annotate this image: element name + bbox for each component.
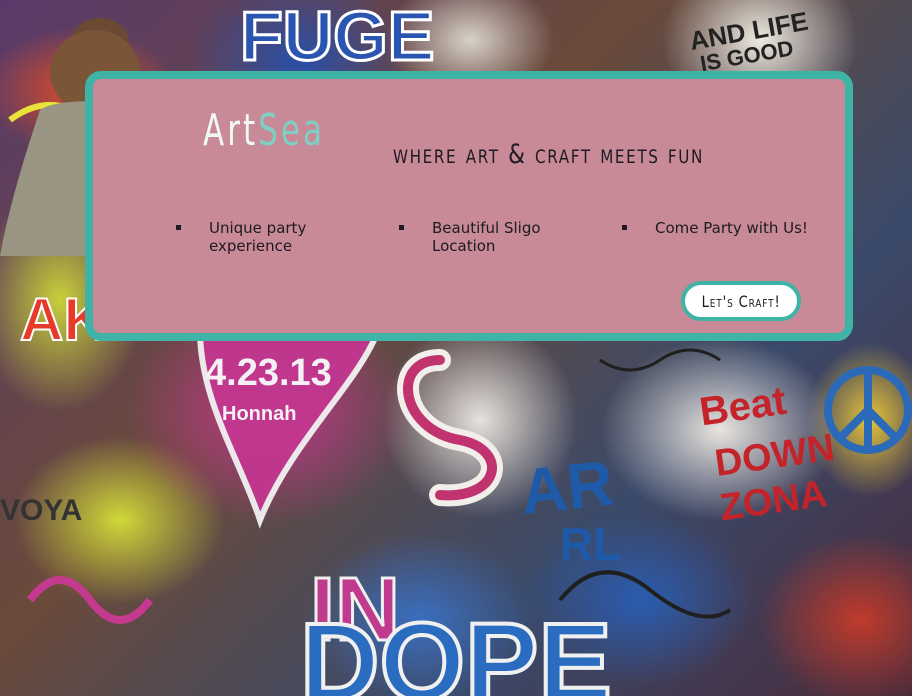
svg-text:4.23.13: 4.23.13 [205,352,332,394]
feature-list: Unique party experience Beautiful Sligo … [173,219,813,279]
svg-text:AR: AR [517,447,616,528]
bullet-icon [622,225,627,230]
feature-label: Beautiful Sligo Location [432,219,541,255]
svg-text:VOYA: VOYA [0,494,82,527]
svg-text:Honnah: Honnah [222,403,296,425]
svg-text:FUGE: FUGE [240,0,434,75]
brand-name-part1: Art [203,105,259,156]
brand-logo[interactable]: ArtSea [203,105,325,156]
svg-text:Beat: Beat [697,379,789,435]
feature-label: Unique party experience [209,219,307,255]
tagline: where art & craft meets fun [393,139,704,170]
cta-label: Let's Craft! [701,291,781,311]
hero-card: ArtSea where art & craft meets fun Uniqu… [85,71,853,341]
brand-name-part2: Sea [258,105,326,156]
list-item: Beautiful Sligo Location [396,219,602,255]
bullet-icon [399,225,404,230]
list-item: Unique party experience [173,219,379,255]
lets-craft-button[interactable]: Let's Craft! [681,281,801,321]
list-item: Come Party with Us! [619,219,845,237]
svg-text:DOPE: DOPE [300,601,612,696]
bullet-icon [176,225,181,230]
feature-label: Come Party with Us! [655,219,808,237]
svg-text:RL: RL [560,518,621,570]
